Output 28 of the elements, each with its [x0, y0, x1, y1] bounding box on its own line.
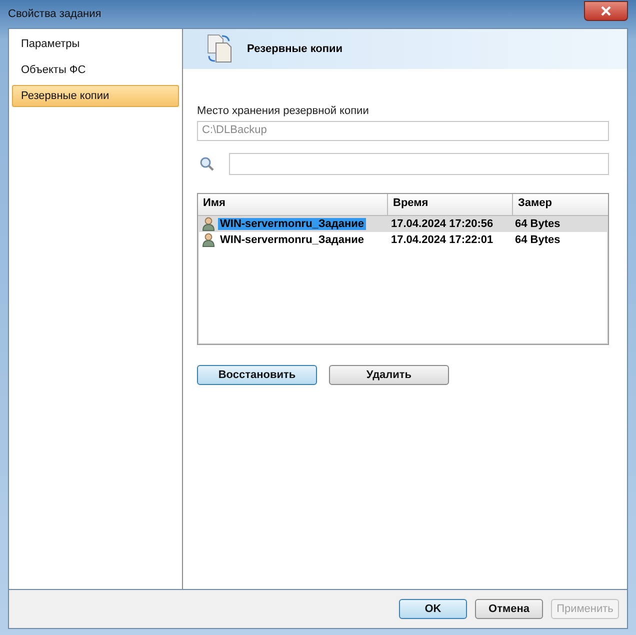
- section-title: Резервные копии: [247, 43, 343, 55]
- sidebar-item[interactable]: Параметры: [12, 33, 179, 55]
- column-header[interactable]: Имя: [198, 194, 388, 215]
- window-title: Свойства задания: [8, 8, 102, 20]
- user-icon: [202, 233, 215, 247]
- sidebar-item[interactable]: Резервные копии: [12, 85, 179, 107]
- action-button[interactable]: Восстановить: [197, 365, 317, 385]
- column-header[interactable]: Замер: [513, 194, 608, 215]
- dialog-button[interactable]: Отмена: [475, 599, 543, 619]
- table-cell-text: 64 Bytes: [514, 234, 562, 246]
- table-cell-text: 17.04.2024 17:20:56: [390, 218, 494, 230]
- close-icon: [600, 6, 612, 16]
- field-label: Место хранения резервной копии: [197, 105, 370, 117]
- user-icon: [202, 217, 215, 231]
- table-cell: WIN-servermonru_Задание: [218, 218, 366, 230]
- sidebar-item[interactable]: Объекты ФС: [12, 59, 179, 81]
- table-row[interactable]: WIN-servermonru_Задание 17.04.2024 17:22:01 64 Bytes: [198, 232, 608, 248]
- table-row[interactable]: WIN-servermonru_Задание 17.04.2024 17:20:56 64 Bytes: [198, 216, 608, 232]
- action-button[interactable]: Удалить: [329, 365, 449, 385]
- path-field[interactable]: C:\DLBackup: [197, 121, 609, 141]
- column-header[interactable]: Время: [388, 194, 513, 215]
- table-cell-text: WIN-servermonru_Задание: [219, 234, 366, 246]
- search-icon: [199, 156, 215, 172]
- search-field[interactable]: [229, 153, 609, 175]
- table-cell-text: 17.04.2024 17:22:01: [390, 234, 494, 246]
- dialog-button[interactable]: OK: [399, 599, 467, 619]
- close-button[interactable]: [584, 1, 628, 21]
- table-cell-text: 64 Bytes: [514, 218, 562, 230]
